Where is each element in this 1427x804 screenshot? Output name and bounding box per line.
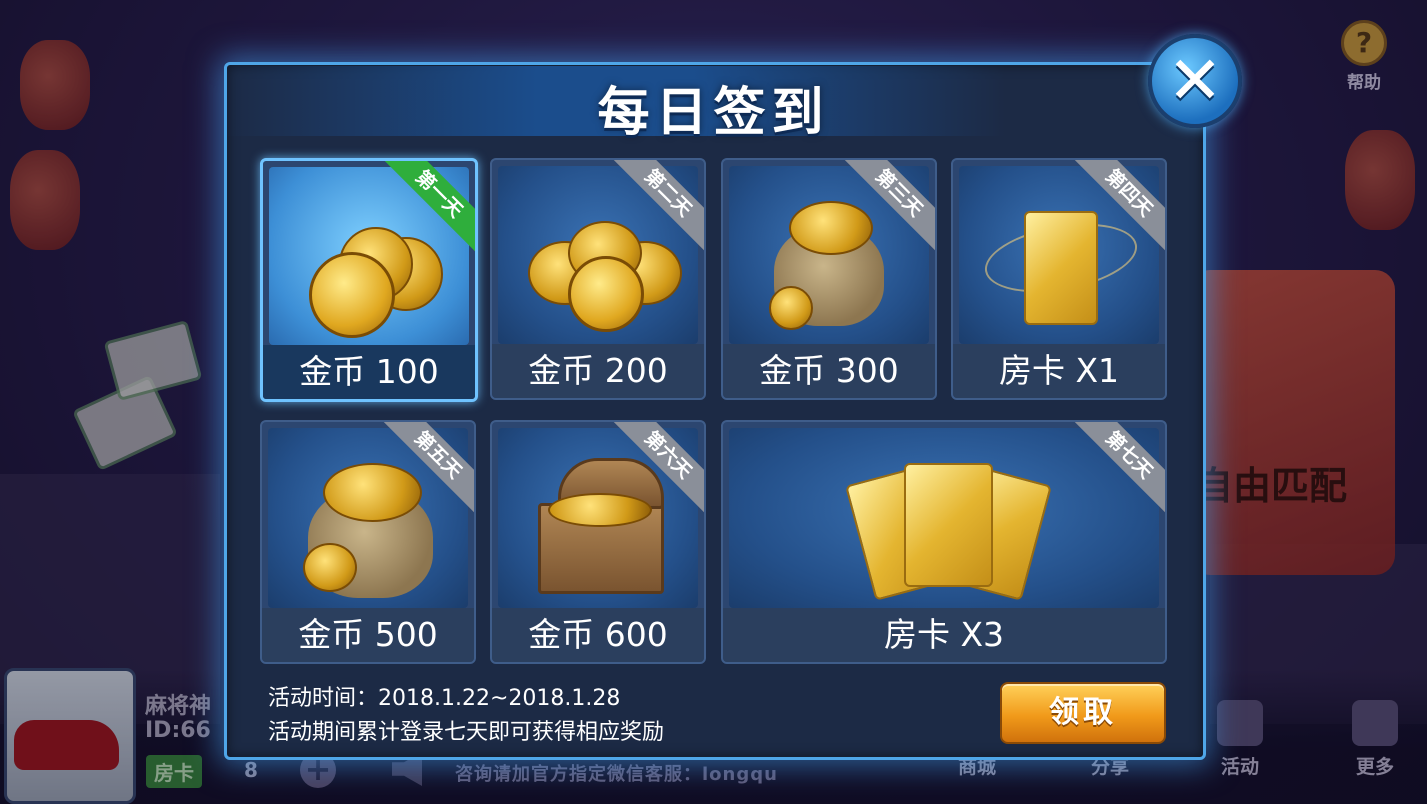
coin	[789, 201, 873, 255]
event-description: 活动期间累计登录七天即可获得相应奖励	[268, 720, 665, 745]
skull-coin	[568, 256, 644, 332]
day-3-card[interactable]: 金币 300 第三天	[721, 158, 937, 400]
gold-card	[1024, 211, 1098, 325]
coin	[303, 543, 357, 592]
coin	[769, 286, 813, 330]
gold-card	[904, 463, 993, 587]
day-7-card[interactable]: 房卡 X3 第七天	[721, 420, 1167, 664]
claim-button[interactable]: 领取	[1000, 682, 1166, 744]
coin	[548, 493, 652, 527]
reward-label: 金币 100	[263, 345, 475, 399]
reward-label: 金币 200	[492, 344, 704, 398]
reward-label: 房卡 X1	[953, 344, 1165, 398]
coin	[323, 463, 422, 522]
reward-label: 金币 500	[262, 608, 474, 662]
skull-coin	[309, 252, 395, 338]
day-1-card[interactable]: 金币 100 第一天	[260, 158, 478, 402]
day-5-card[interactable]: 金币 500 第五天	[260, 420, 476, 664]
event-time: 活动时间：2018.1.22~2018.1.28	[268, 686, 621, 711]
day-2-card[interactable]: 金币 200 第二天	[490, 158, 706, 400]
close-button[interactable]: ✕	[1148, 34, 1242, 128]
close-icon: ✕	[1167, 42, 1223, 119]
room-cards-icon	[729, 428, 1159, 608]
reward-label: 金币 600	[492, 608, 704, 662]
day-6-card[interactable]: 金币 600 第六天	[490, 420, 706, 664]
reward-label: 金币 300	[723, 344, 935, 398]
day-4-card[interactable]: 房卡 X1 第四天	[951, 158, 1167, 400]
reward-label: 房卡 X3	[723, 608, 1165, 662]
